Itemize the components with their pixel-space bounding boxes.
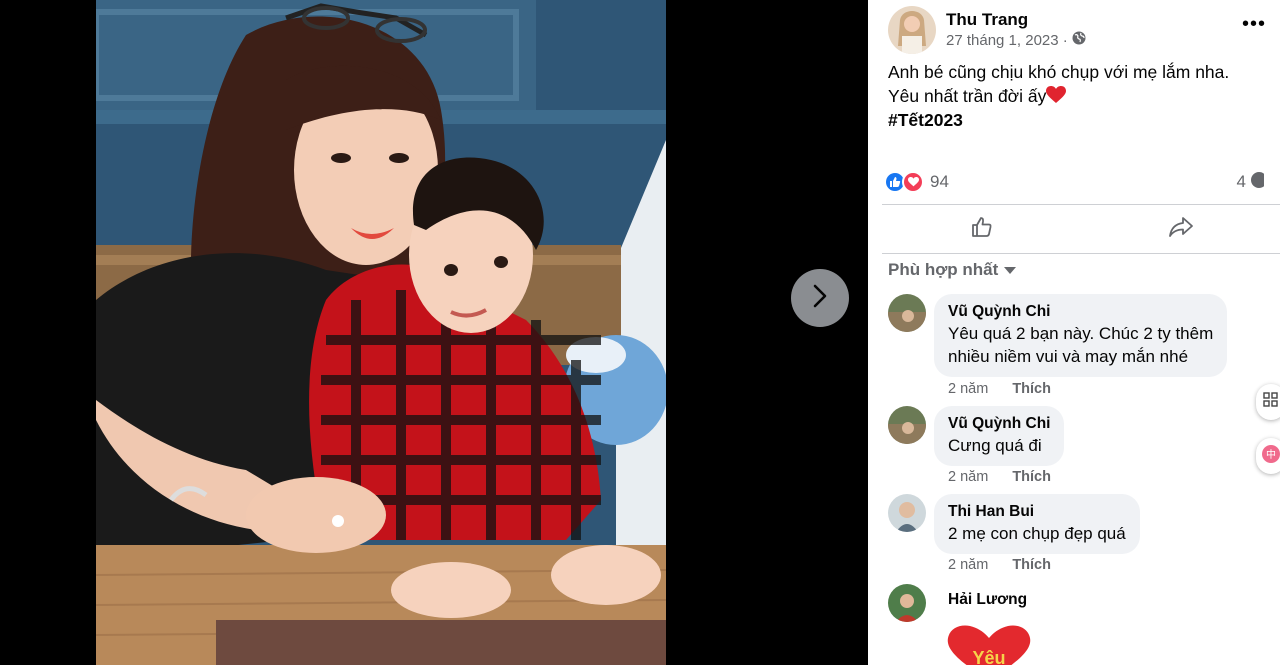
caret-down-icon xyxy=(1004,260,1017,280)
red-heart-icon xyxy=(1046,86,1067,106)
photo-viewer xyxy=(0,0,868,665)
commenter-avatar[interactable] xyxy=(888,406,926,444)
translate-tool-button[interactable]: 中 xyxy=(1256,438,1280,474)
post-timestamp[interactable]: 27 tháng 1, 2023 · xyxy=(946,31,1086,51)
reaction-count[interactable]: 94 xyxy=(930,172,949,192)
more-options-button[interactable]: ••• xyxy=(1242,14,1266,34)
thumbs-up-icon xyxy=(970,215,994,244)
commenter-name[interactable]: Hải Lương xyxy=(948,590,1027,610)
commenter-avatar[interactable] xyxy=(888,494,926,532)
share-count-icon xyxy=(1250,171,1267,194)
hashtag-link[interactable]: #Tết2023 xyxy=(888,108,1268,132)
sticker-text: Yêu xyxy=(972,648,1005,665)
comment-time[interactable]: 2 năm xyxy=(948,557,988,573)
comment-meta: 2 năm Thích xyxy=(948,381,1051,397)
comment-meta: 2 năm Thích xyxy=(948,557,1051,573)
share-arrow-icon xyxy=(1168,215,1194,244)
commenter-name[interactable]: Vũ Quỳnh Chi xyxy=(948,302,1213,322)
post-date-text[interactable]: 27 tháng 1, 2023 · xyxy=(946,31,1068,51)
post-details-panel: Thu Trang 27 tháng 1, 2023 · ••• Anh bé … xyxy=(868,0,1280,665)
post-header: Thu Trang 27 tháng 1, 2023 · xyxy=(888,6,1086,54)
svg-text:中: 中 xyxy=(1266,448,1276,461)
caption-line-2: Yêu nhất trần đời ấy xyxy=(888,84,1268,108)
commenter-avatar[interactable] xyxy=(888,294,926,332)
grid-icon xyxy=(1263,391,1279,413)
divider xyxy=(882,204,1280,205)
comment-text: Cưng quá đi xyxy=(948,436,1042,455)
grid-tool-button[interactable] xyxy=(1256,384,1280,420)
comment-bubble: Vũ Quỳnh Chi Yêu quá 2 bạn này. Chúc 2 t… xyxy=(934,294,1228,377)
comment-bubble: Thi Han Bui 2 mẹ con chụp đẹp quá xyxy=(934,494,1140,554)
share-count-text[interactable]: 4 xyxy=(1237,172,1246,192)
comment-item: Vũ Quỳnh Chi Cưng quá đi xyxy=(888,406,1065,466)
comment-text: nhiều niềm vui và may mắn nhé xyxy=(948,347,1189,366)
comment-time[interactable]: 2 năm xyxy=(948,469,988,485)
comment-meta: 2 năm Thích xyxy=(948,469,1051,485)
comment-item: Hải Lương xyxy=(888,584,1027,622)
comment-sticker: Yêu xyxy=(946,624,1032,665)
comment-item: Vũ Quỳnh Chi Yêu quá 2 bạn này. Chúc 2 t… xyxy=(888,294,1228,377)
author-avatar[interactable] xyxy=(888,6,936,54)
comment-bubble: Vũ Quỳnh Chi Cưng quá đi xyxy=(934,406,1065,466)
globe-icon xyxy=(1072,31,1086,51)
share-count[interactable]: 4 xyxy=(1237,171,1267,194)
comment-text: 2 mẹ con chụp đẹp quá xyxy=(948,524,1126,543)
share-button[interactable] xyxy=(1081,206,1280,252)
love-reaction-icon xyxy=(902,171,924,193)
reactions-summary[interactable]: 94 4 xyxy=(884,170,1280,194)
comment-text: Yêu quá 2 bạn này. Chúc 2 ty thêm xyxy=(948,324,1214,343)
commenter-name[interactable]: Vũ Quỳnh Chi xyxy=(948,414,1050,434)
post-action-bar xyxy=(882,206,1280,252)
comment-like-link[interactable]: Thích xyxy=(1012,557,1051,573)
comment-item: Thi Han Bui 2 mẹ con chụp đẹp quá xyxy=(888,494,1140,554)
post-photo[interactable] xyxy=(96,0,666,665)
comment-time[interactable]: 2 năm xyxy=(948,381,988,397)
caption-line-1: Anh bé cũng chịu khó chụp với mẹ lắm nha… xyxy=(888,62,1230,82)
post-caption: Anh bé cũng chịu khó chụp với mẹ lắm nha… xyxy=(888,60,1268,132)
post-author-name[interactable]: Thu Trang xyxy=(946,9,1086,31)
chevron-right-icon xyxy=(809,283,831,314)
more-dots-icon: ••• xyxy=(1241,13,1266,35)
comment-like-link[interactable]: Thích xyxy=(1012,469,1051,485)
commenter-name[interactable]: Thi Han Bui xyxy=(948,502,1126,522)
divider xyxy=(882,253,1280,254)
like-button[interactable] xyxy=(882,206,1081,252)
caption-line-2-text: Yêu nhất trần đời ấy xyxy=(888,86,1047,106)
next-photo-button[interactable] xyxy=(791,269,849,327)
translate-icon: 中 xyxy=(1261,444,1280,469)
comment-sort-dropdown[interactable]: Phù hợp nhất xyxy=(888,260,1017,280)
comment-like-link[interactable]: Thích xyxy=(1012,381,1051,397)
comment-sort-label[interactable]: Phù hợp nhất xyxy=(888,260,998,280)
commenter-avatar[interactable] xyxy=(888,584,926,622)
